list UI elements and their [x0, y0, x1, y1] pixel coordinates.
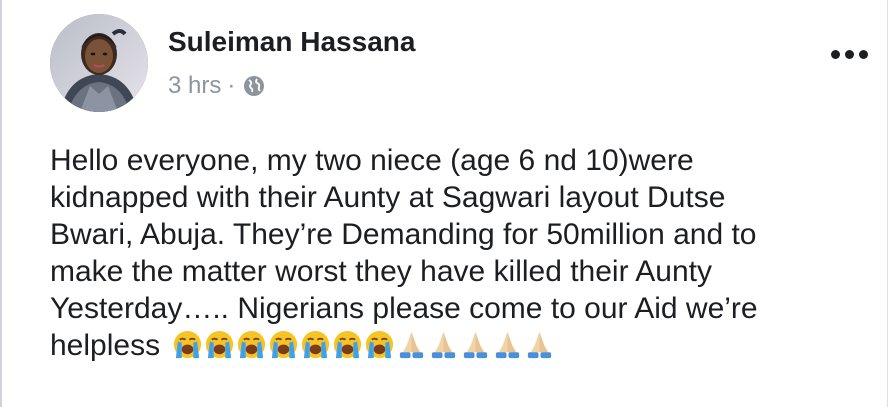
post-body: Hello everyone, my two niece (age 6 nd 1… [50, 142, 870, 364]
post-text-line: helpless [50, 329, 161, 362]
post-text-line: Yesterday….. Nigerians please come to ou… [50, 292, 758, 325]
folded-hands-icon [524, 329, 555, 360]
folded-hands-icon [492, 329, 523, 360]
post-text-line: Bwari, Abuja. They’re Demanding for 50mi… [50, 218, 757, 251]
loudly-crying-face-icon [300, 329, 331, 360]
loudly-crying-face-icon [332, 329, 363, 360]
author-name[interactable]: Suleiman Hassana [168, 26, 415, 58]
post-header: Suleiman Hassana 3 hrs · [50, 14, 880, 114]
emoji-row [172, 329, 555, 360]
post-timestamp[interactable]: 3 hrs [168, 72, 221, 100]
folded-hands-icon [428, 329, 459, 360]
post-text-last-line: helpless [50, 327, 870, 364]
globe-icon[interactable] [243, 75, 265, 97]
post-text-line: kidnapped with their Aunty at Sagwari la… [50, 181, 726, 214]
loudly-crying-face-icon [236, 329, 267, 360]
loudly-crying-face-icon [268, 329, 299, 360]
more-dot [845, 50, 854, 59]
more-options-icon[interactable] [831, 50, 868, 59]
avatar-image [50, 14, 148, 112]
folded-hands-icon [396, 329, 427, 360]
avatar[interactable] [50, 14, 148, 112]
post-meta: 3 hrs · [168, 72, 265, 100]
post-text-line: Hello everyone, my two niece (age 6 nd 1… [50, 144, 694, 177]
more-dot [831, 50, 840, 59]
meta-separator: · [227, 72, 236, 99]
loudly-crying-face-icon [204, 329, 235, 360]
post-text-line: make the matter worst they have killed t… [50, 255, 712, 288]
folded-hands-icon [460, 329, 491, 360]
loudly-crying-face-icon [172, 329, 203, 360]
loudly-crying-face-icon [364, 329, 395, 360]
facebook-post: Suleiman Hassana 3 hrs · Hello everyone,… [0, 0, 888, 407]
more-dot [859, 50, 868, 59]
